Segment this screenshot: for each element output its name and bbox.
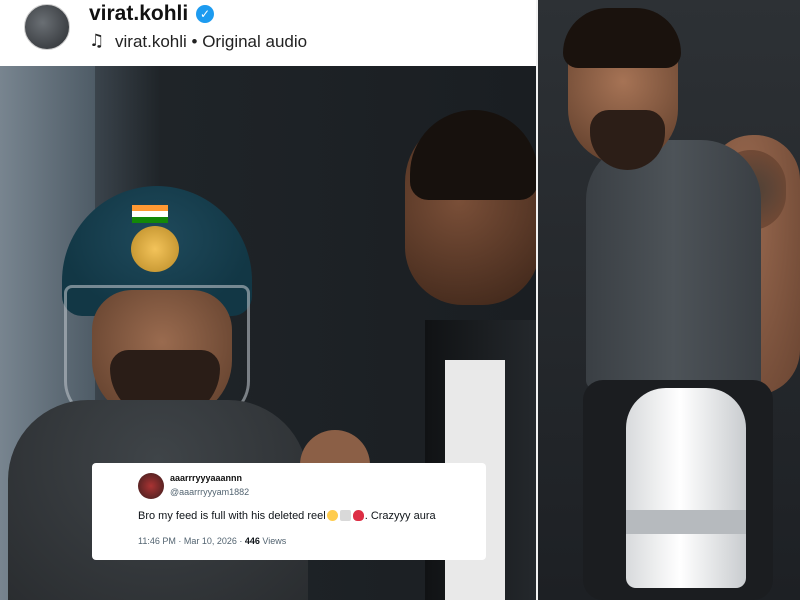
red-heart-emoji (352, 510, 364, 521)
thigh-guard (626, 388, 746, 588)
player-vest (586, 140, 761, 390)
tweet-text-main: Bro my feed is full with his deleted ree… (138, 510, 326, 522)
reel-header: virat.kohli ✓ ♫ virat.kohli • Original a… (0, 0, 536, 66)
music-note-icon: ♫ (89, 31, 105, 51)
avatar[interactable] (24, 4, 70, 50)
left-photo-panel: virat.kohli ✓ ♫ virat.kohli • Original a… (0, 0, 536, 600)
embedded-tweet-card[interactable]: aaarrryyyaaannn @aaarrryyyam1882 Bro my … (92, 463, 486, 560)
tweet-text: Bro my feed is full with his deleted ree… (138, 510, 436, 522)
tweet-meta: 11:46 PM · Mar 10, 2026 · 446 Views (138, 536, 286, 546)
tweet-views-label: Views (259, 536, 287, 546)
goat-emoji (339, 510, 351, 521)
audio-label[interactable]: virat.kohli • Original audio (115, 32, 307, 52)
thigh-guard-strap (626, 510, 746, 534)
username[interactable]: virat.kohli (89, 2, 188, 26)
crying-face-emoji (326, 510, 338, 521)
tweet-handle[interactable]: @aaarrryyyam1882 (170, 487, 249, 497)
tweet-display-name[interactable]: aaarrryyyaaannn (170, 473, 242, 483)
right-photo-panel (538, 0, 800, 600)
bcci-crest-icon (131, 226, 179, 272)
tweet-text-tail: . Crazyyy aura (364, 510, 436, 522)
verified-badge-icon: ✓ (196, 5, 214, 23)
tweet-avatar[interactable] (138, 473, 164, 499)
india-flag-icon (132, 205, 168, 223)
tweet-timestamp[interactable]: 11:46 PM · Mar 10, 2026 · (138, 536, 245, 546)
player-hair (563, 8, 681, 68)
tweet-views-count: 446 (244, 536, 260, 546)
